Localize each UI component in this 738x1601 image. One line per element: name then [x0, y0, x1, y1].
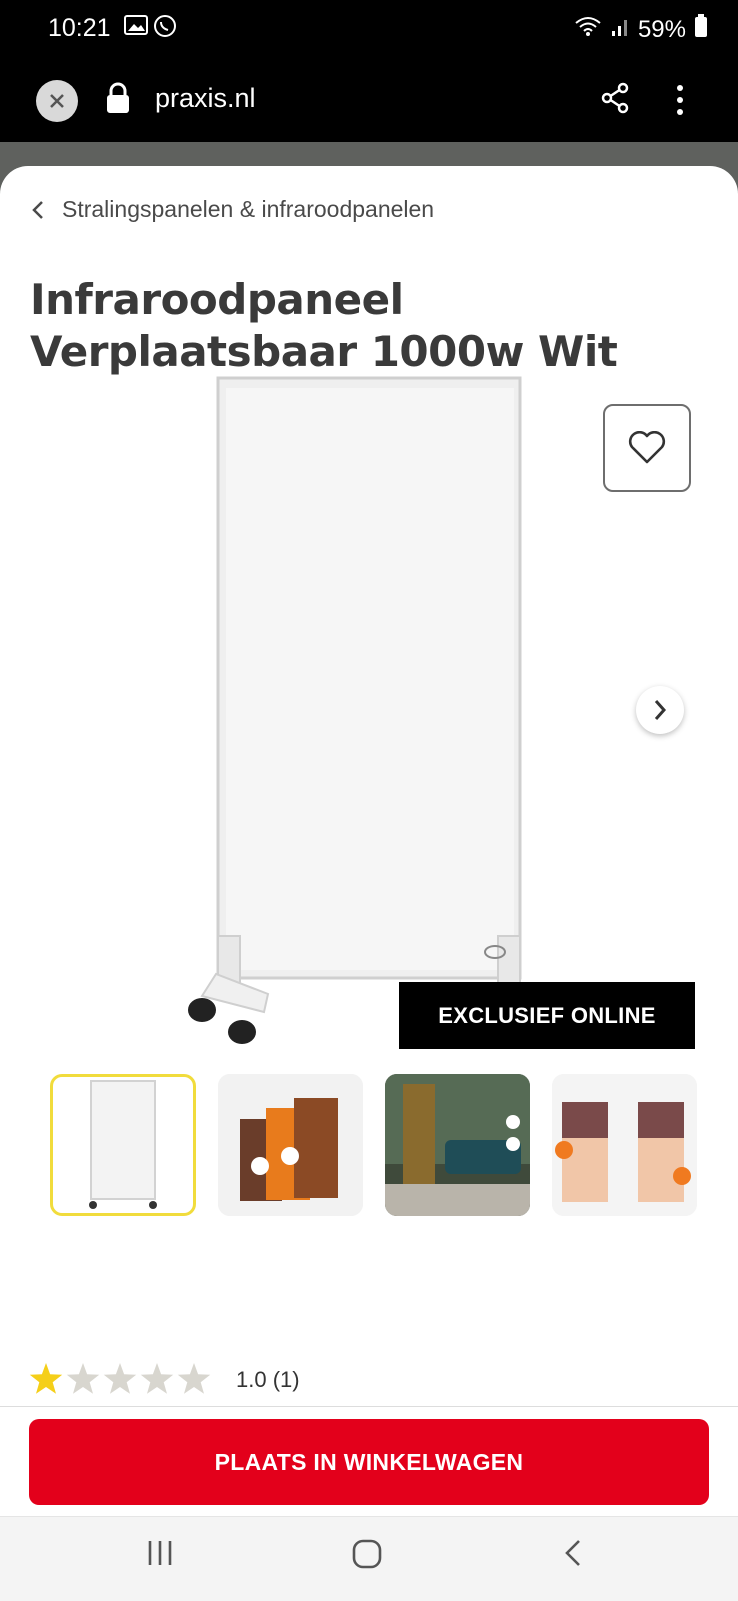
thumbnail-white-panel[interactable] — [50, 1074, 196, 1216]
thumbnail-strip — [50, 1074, 697, 1216]
thumbnail-living-room[interactable] — [385, 1074, 530, 1216]
rating-text: 1.0 (1) — [236, 1367, 300, 1392]
close-icon — [50, 94, 64, 108]
home-icon[interactable] — [352, 1539, 382, 1574]
status-time: 10:21 — [48, 14, 111, 42]
browser-toolbar: praxis.nl — [0, 60, 738, 142]
exclusive-online-badge: EXCLUSIEF ONLINE — [399, 982, 695, 1049]
star-empty-icon — [140, 1363, 174, 1394]
battery-icon — [694, 14, 708, 45]
thumbnail-image — [218, 1074, 363, 1216]
gallery-icon — [124, 14, 148, 41]
share-icon[interactable] — [600, 82, 630, 119]
star-empty-icon — [103, 1363, 137, 1394]
wifi-icon — [574, 15, 602, 44]
lock-icon — [105, 82, 131, 119]
chevron-left-icon — [32, 200, 43, 219]
status-bar: 10:21 59% — [0, 0, 738, 60]
url-text[interactable]: praxis.nl — [155, 83, 256, 114]
chevron-right-icon — [654, 700, 667, 720]
more-options-icon[interactable] — [676, 84, 684, 121]
close-tab-button[interactable] — [36, 80, 78, 122]
back-icon[interactable] — [564, 1539, 582, 1572]
product-title: Infraroodpaneel Verplaatsbaar 1000w Wit — [30, 275, 618, 376]
whatsapp-icon — [153, 14, 177, 43]
thumbnail-wallpaper-panels[interactable] — [552, 1074, 697, 1216]
battery-percentage: 59% — [637, 15, 686, 43]
rating-stars — [29, 1363, 211, 1394]
thumbnail-image — [385, 1074, 530, 1216]
breadcrumb-label[interactable]: Stralingspanelen & infraroodpanelen — [62, 196, 434, 223]
next-image-button[interactable] — [636, 686, 684, 734]
thumbnail-image — [89, 1080, 157, 1209]
thumbnail-image — [552, 1074, 697, 1216]
product-rating[interactable]: 1.0 (1) — [28, 1362, 300, 1398]
recent-apps-icon[interactable] — [146, 1539, 174, 1572]
system-navigation-bar — [0, 1516, 738, 1601]
signal-icon — [610, 15, 630, 44]
product-image[interactable] — [180, 376, 560, 1056]
breadcrumb[interactable]: Stralingspanelen & infraroodpanelen — [32, 196, 434, 223]
star-empty-icon — [177, 1363, 211, 1394]
add-to-cart-button[interactable]: PLAATS IN WINKELWAGEN — [29, 1419, 709, 1505]
thumbnail-printed-panels[interactable] — [218, 1074, 363, 1216]
product-page: Stralingspanelen & infraroodpanelen Infr… — [0, 166, 738, 1516]
heart-icon — [628, 431, 666, 464]
star-filled-icon — [29, 1363, 63, 1394]
add-to-cart-bar: PLAATS IN WINKELWAGEN — [0, 1406, 738, 1517]
favorite-button[interactable] — [603, 404, 691, 492]
status-right: 59% — [574, 14, 708, 45]
star-empty-icon — [66, 1363, 100, 1394]
